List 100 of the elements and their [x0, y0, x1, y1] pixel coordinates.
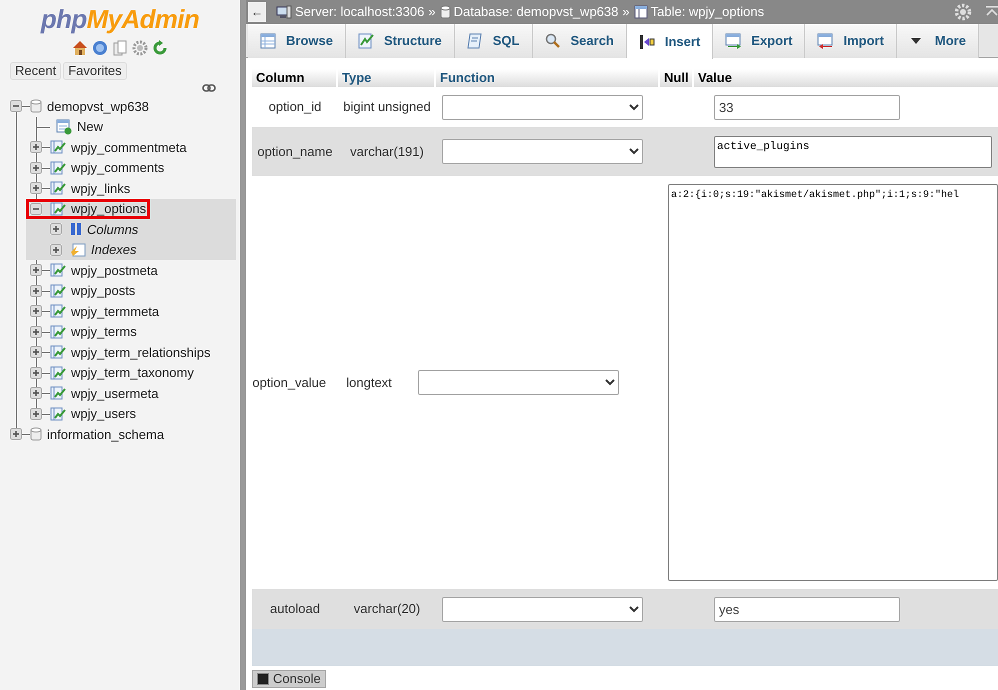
tree-item-label[interactable]: wpjy_comments	[71, 158, 164, 178]
tree-item-label[interactable]: demopvst_wp638	[47, 96, 149, 116]
new-table-icon	[56, 118, 72, 135]
table-icon	[50, 263, 66, 278]
tree-item-label[interactable]: Indexes	[91, 240, 137, 260]
breadcrumb-link[interactable]: Table: wpjy_options	[650, 2, 764, 22]
tab[interactable]: SQL	[454, 24, 532, 58]
column-type: varchar(191)	[349, 142, 425, 161]
table-icon	[50, 366, 66, 380]
tree-item-label[interactable]: wpjy_term_relationships	[71, 342, 210, 362]
expand-icon[interactable]	[50, 244, 62, 256]
tree-item-label[interactable]: wpjy_postmeta	[71, 260, 158, 280]
expand-icon[interactable]	[30, 326, 42, 338]
tab[interactable]: Export	[713, 24, 806, 58]
column-header[interactable]: Type	[338, 69, 434, 87]
database-icon	[30, 99, 42, 114]
search-icon	[544, 33, 560, 49]
tree-item-label[interactable]: wpjy_links	[71, 178, 130, 198]
settings-icon[interactable]	[132, 40, 148, 56]
quick-link-button[interactable]: Favorites	[63, 62, 127, 80]
expand-icon[interactable]	[50, 223, 62, 236]
structure-icon	[358, 33, 374, 49]
column-name: option_name	[256, 142, 334, 161]
tab[interactable]: Insert	[626, 24, 714, 59]
table-icon	[50, 181, 66, 196]
column-name: autoload	[269, 600, 321, 618]
expand-icon[interactable]	[30, 182, 42, 194]
column-header: Null	[660, 69, 692, 87]
tree-item-label[interactable]: wpjy_users	[71, 404, 136, 424]
expand-icon[interactable]	[30, 284, 42, 297]
reload-icon[interactable]	[152, 40, 168, 56]
value-textarea[interactable]: active_plugins	[714, 136, 992, 168]
collapse-icon[interactable]	[10, 100, 22, 112]
tree-item-label[interactable]: wpjy_termmeta	[71, 302, 160, 321]
back-button[interactable]: ←	[248, 2, 266, 22]
breadcrumb-link[interactable]: Database: demopvst_wp638	[454, 2, 618, 22]
logo-wordmark[interactable]: phpMyAdmin	[0, 0, 240, 32]
expand-icon[interactable]	[30, 346, 42, 358]
breadcrumb-link[interactable]: Server: localhost:3306	[295, 2, 424, 22]
insert-icon	[638, 34, 655, 50]
expand-icon[interactable]	[30, 366, 42, 379]
column-type: longtext	[345, 374, 393, 392]
tab[interactable]: Search	[532, 24, 627, 58]
table-icon	[50, 406, 66, 421]
column-name: option_id	[268, 98, 322, 116]
database-icon	[30, 427, 42, 442]
tab[interactable]: Structure	[346, 24, 455, 58]
expand-icon[interactable]	[30, 305, 42, 318]
value-field[interactable]: 33	[714, 94, 900, 120]
export-icon	[725, 33, 742, 49]
script-icon	[466, 33, 483, 49]
tab[interactable]: More	[896, 24, 979, 58]
expand-icon[interactable]	[30, 408, 42, 420]
breadcrumb-separator: »	[428, 3, 436, 22]
tree-item-label[interactable]: wpjy_usermeta	[71, 384, 158, 403]
document-icon[interactable]	[112, 40, 128, 56]
table-icon	[50, 324, 66, 339]
table-icon	[50, 284, 66, 298]
tree-item-label[interactable]: wpjy_term_taxonomy	[71, 363, 194, 382]
tab[interactable]: Import	[805, 24, 897, 58]
value-field[interactable]: yes	[714, 596, 900, 622]
tab[interactable]: Browse	[248, 24, 346, 58]
tree-item-label[interactable]: wpjy_commentmeta	[71, 138, 187, 157]
column-name: option_value	[252, 374, 327, 392]
expand-icon[interactable]	[30, 264, 42, 276]
import-icon	[817, 33, 834, 49]
table-icon	[634, 5, 648, 19]
table-icon	[50, 202, 66, 216]
value-textarea[interactable]: a:2:{i:0;s:19:"akismet/akismet.php";i:1;s:9:"hel	[668, 184, 998, 581]
table-icon	[50, 140, 66, 154]
table-icon	[50, 304, 66, 318]
server-icon	[276, 5, 292, 19]
expand-icon[interactable]	[10, 428, 22, 440]
tree-item-label[interactable]: wpjy_options	[71, 199, 146, 218]
column-header: Column	[252, 69, 336, 87]
table-icon	[50, 386, 66, 400]
terminal-icon	[257, 673, 269, 685]
expand-icon[interactable]	[30, 141, 42, 154]
tree-item-label[interactable]: New	[77, 117, 104, 136]
column-header: Value	[694, 69, 998, 87]
column-type: bigint unsigned	[342, 98, 432, 116]
columns-icon	[70, 222, 82, 236]
database-icon	[440, 5, 451, 19]
tree-item-label[interactable]: Columns	[87, 220, 138, 239]
expand-icon[interactable]	[30, 387, 42, 400]
column-header[interactable]: Function	[436, 69, 658, 87]
tree-item-label[interactable]: information_schema	[47, 424, 164, 444]
table-icon	[260, 33, 276, 49]
tree-item-label[interactable]: wpjy_posts	[71, 281, 136, 300]
index-icon	[70, 242, 86, 257]
collapse-icon[interactable]	[30, 202, 42, 215]
link-icon[interactable]	[202, 84, 216, 92]
quick-link-button[interactable]: Recent	[10, 62, 62, 80]
expand-icon[interactable]	[30, 162, 42, 174]
table-icon	[50, 160, 66, 175]
home-icon[interactable]	[72, 40, 88, 56]
console-tab[interactable]: Console	[252, 670, 326, 688]
table-icon	[50, 345, 66, 360]
tree-item-label[interactable]: wpjy_terms	[71, 322, 137, 342]
breadcrumb-separator: »	[622, 3, 630, 22]
